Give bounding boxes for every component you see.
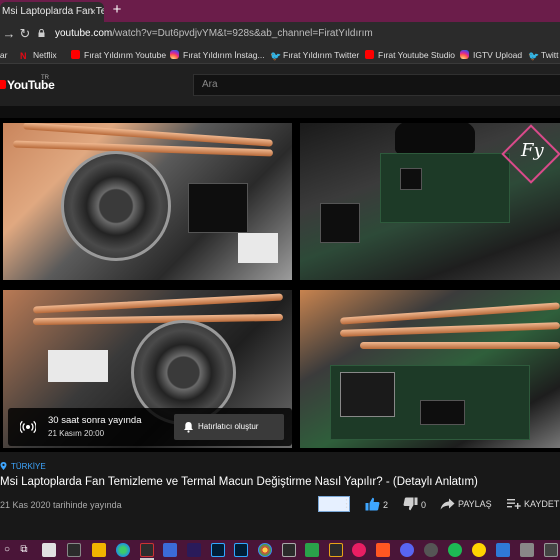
youtube-icon [71, 50, 80, 59]
photoshop-icon[interactable] [234, 543, 248, 557]
chrome-icon[interactable] [258, 543, 272, 557]
video-player[interactable]: Fy 30 saat sonra yayında 21 Kasım 20:00 [0, 118, 560, 452]
utility-icon[interactable] [329, 543, 343, 557]
dislike-count: 0 [421, 500, 427, 510]
media-icon[interactable] [352, 543, 366, 557]
bookmark-netflix[interactable]: N Netflix [20, 49, 57, 61]
more-options-icon[interactable]: ⋮ [341, 496, 352, 512]
bookmark-youtube[interactable]: Fırat Yıldırım Youtube [71, 49, 166, 61]
settings-icon[interactable] [424, 543, 438, 557]
edge-icon[interactable] [116, 543, 130, 557]
premiere-pro-icon[interactable] [187, 543, 201, 557]
like-button[interactable]: 2 [365, 497, 388, 512]
video-info: TÜRKİYE Msi Laptoplarda Fan Temizleme ve… [0, 452, 560, 540]
country-code: TR [41, 75, 49, 81]
save-button[interactable]: KAYDET [507, 497, 559, 511]
instagram-icon [460, 50, 469, 59]
thumbs-down-icon [403, 497, 418, 511]
bookmark-instagram[interactable]: Fırat Yıldırım İnstag... [170, 49, 265, 61]
discord-icon[interactable] [400, 543, 414, 557]
game-icon[interactable] [305, 543, 319, 557]
premiere-title: 30 saat sonra yayında [48, 415, 142, 426]
set-reminder-button[interactable]: Hatırlatıcı oluştur [174, 414, 284, 440]
spotify-icon[interactable] [448, 543, 462, 557]
file-explorer-icon[interactable] [92, 543, 106, 557]
url-domain: youtube.com [55, 28, 113, 39]
url-path: /watch?v=Dut6pvdjvYM&t=928s&ab_channel=F… [112, 28, 373, 39]
browser-tab-title: Msi Laptoplarda Fan Temizleme ve [2, 6, 104, 17]
like-count: 2 [383, 500, 389, 510]
after-effects-icon[interactable] [211, 543, 225, 557]
app-icon[interactable] [282, 543, 296, 557]
reload-icon[interactable]: ↻ [18, 27, 32, 41]
word-icon[interactable] [42, 543, 56, 557]
share-icon [440, 498, 455, 510]
social-icon[interactable] [472, 543, 486, 557]
video-title: Msi Laptoplarda Fan Temizleme ve Termal … [0, 476, 478, 488]
publish-date: 21 Kas 2020 tarihinde yayında [0, 500, 122, 510]
close-tab-icon[interactable]: × [90, 8, 99, 18]
lock-icon[interactable] [38, 29, 45, 37]
tool-icon[interactable] [376, 543, 390, 557]
netflix-icon: N [20, 51, 27, 61]
dislike-button[interactable]: 0 [403, 497, 426, 512]
thumbnail-panel-board: Fy [300, 123, 560, 280]
browser-tab[interactable]: Msi Laptoplarda Fan Temizleme ve × [0, 2, 104, 22]
instagram-icon [170, 50, 179, 59]
system-icon[interactable] [520, 543, 534, 557]
watermark-text: Fy [521, 140, 544, 161]
search-placeholder: Ara [202, 79, 218, 90]
address-bar[interactable]: youtube.com/watch?v=Dut6pvdjvYM&t=928s&a… [55, 28, 373, 39]
youtube-icon [365, 50, 374, 59]
bookmark-item[interactable]: lar [0, 49, 7, 61]
browser-toolbar: → ↻ youtube.com/watch?v=Dut6pvdjvYM&t=92… [0, 22, 560, 46]
bookmark-youtube-studio[interactable]: Fırat Youtube Studio [365, 49, 455, 61]
bell-icon [184, 422, 193, 433]
live-broadcast-icon [20, 420, 36, 434]
thumbnail-panel-fan [3, 123, 292, 280]
photos-icon[interactable] [163, 543, 177, 557]
search-icon[interactable]: ○ [0, 543, 14, 557]
premiere-date: 21 Kasım 20:00 [48, 429, 105, 438]
taskbar: ○ ⧉ [0, 540, 560, 560]
playlist-add-icon [507, 499, 521, 509]
set-reminder-label: Hatırlatıcı oluştur [198, 422, 259, 431]
tray-icon[interactable] [544, 543, 558, 557]
premiere-overlay: 30 saat sonra yayında 21 Kasım 20:00 Hat… [8, 408, 292, 446]
new-tab-button[interactable]: + [110, 2, 124, 17]
bookmark-twitter-2[interactable]: 🐦 Twitt [528, 49, 558, 61]
twitter-icon: 🐦 [528, 51, 540, 61]
video-editor-icon[interactable] [140, 543, 154, 557]
store-icon[interactable] [496, 543, 510, 557]
location-tag[interactable]: TÜRKİYE [0, 462, 46, 471]
thumbs-up-icon [365, 497, 380, 511]
task-view-icon[interactable]: ⧉ [17, 543, 31, 557]
forward-icon[interactable]: → [2, 27, 16, 41]
youtube-play-icon [0, 80, 6, 89]
search-input[interactable]: Ara [193, 74, 560, 96]
share-button[interactable]: PAYLAŞ [440, 497, 492, 511]
terminal-icon[interactable] [67, 543, 81, 557]
youtube-header: YouTube TR Ara [0, 64, 560, 106]
browser-tab-strip: Msi Laptoplarda Fan Temizleme ve × + [0, 0, 560, 22]
location-pin-icon [0, 462, 7, 470]
twitter-icon: 🐦 [270, 51, 282, 61]
bookmark-igtv[interactable]: IGTV Upload [460, 49, 522, 61]
thumbnail-panel-heatsink [300, 290, 560, 448]
bookmarks-bar: lar NNetflix Fırat Yıldırım Youtube Fıra… [0, 46, 560, 64]
bookmark-twitter[interactable]: 🐦 Fırat Yıldırım Twitter [270, 49, 359, 61]
